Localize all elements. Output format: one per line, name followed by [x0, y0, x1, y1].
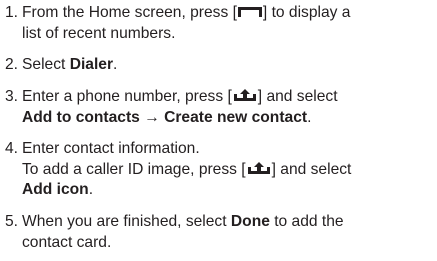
step-text: From the Home screen, press [ ] to displa…	[22, 3, 350, 44]
step-text-part: Enter a phone number, press [	[22, 88, 232, 105]
step-text: Enter contact information. To add a call…	[22, 139, 351, 201]
menu-key-icon	[232, 89, 258, 102]
step-text-part: ] and select	[271, 160, 352, 178]
step-number: 4.	[5, 140, 19, 157]
ui-label-add-icon: Add icon	[22, 181, 89, 198]
step-text-part: .	[307, 108, 312, 126]
step-text-line: list of recent numbers.	[22, 24, 176, 42]
step-text-part: To add a caller ID image, press [	[22, 160, 246, 178]
step-number: 5.	[5, 213, 19, 230]
step-text-part: From the Home screen, press [	[22, 4, 237, 21]
step-text-part: ] to display a	[262, 4, 351, 21]
step-text-part: Select	[22, 56, 70, 73]
step-text-part: .	[113, 56, 118, 73]
step-text-part: .	[88, 181, 94, 198]
step-text: When you are finished, select Done to ad…	[22, 212, 344, 253]
step-number: 3.	[5, 88, 19, 105]
back-key-icon	[237, 6, 263, 18]
step-number: 1.	[5, 4, 19, 21]
ui-label-done: Done	[230, 213, 270, 230]
ui-label-add-to-contacts: Add to contacts → Create new contact	[22, 108, 308, 126]
step-text-line: Enter contact information.	[22, 140, 200, 157]
step-text: Enter a phone number, press [ ] and selec…	[22, 87, 338, 128]
instruction-steps: 1. From the Home screen, press [ ] to dis…	[0, 0, 437, 261]
ui-label-dialer: Dialer	[69, 56, 114, 73]
step-text: Select Dialer.	[22, 55, 117, 76]
step-text-part: When you are finished, select	[22, 213, 231, 230]
menu-key-icon	[246, 161, 272, 175]
step-text-part: to add the	[269, 213, 344, 230]
step-text-part: ] and select	[257, 88, 338, 105]
step-number: 2.	[5, 56, 19, 73]
step-text-line: contact card.	[22, 233, 112, 251]
